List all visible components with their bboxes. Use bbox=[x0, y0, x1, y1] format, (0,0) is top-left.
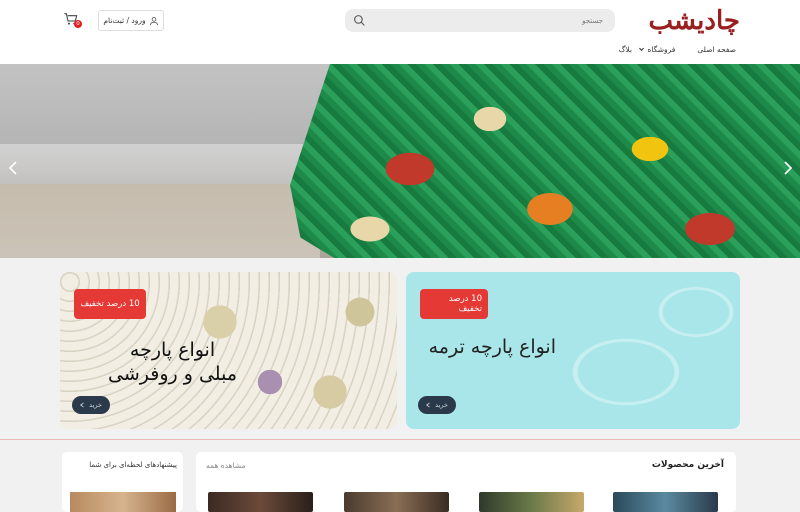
chevron-left-icon bbox=[426, 402, 430, 408]
see-all-link[interactable]: مشاهده همه bbox=[206, 461, 246, 470]
product-thumbnail[interactable] bbox=[208, 492, 313, 512]
product-thumbnail[interactable] bbox=[344, 492, 449, 512]
latest-products-box: آخرین محصولات مشاهده همه bbox=[196, 452, 736, 512]
banner-title: انواع پارچه مبلی و روفرشی bbox=[108, 338, 237, 386]
buy-button[interactable]: خرید bbox=[418, 396, 456, 414]
hero-sofa-shape bbox=[0, 64, 330, 144]
product-thumbnail[interactable] bbox=[479, 492, 584, 512]
nav-item-shop[interactable]: فروشگاه bbox=[638, 45, 675, 54]
discount-badge: 10 درصد تخفیف bbox=[74, 289, 146, 319]
section-divider bbox=[0, 439, 800, 440]
suggestions-box: پیشنهادهای لحظه‌ای برای شما bbox=[62, 452, 183, 512]
buy-button[interactable]: خرید bbox=[72, 396, 110, 414]
main-nav: صفحه اصلی فروشگاه bbox=[638, 45, 736, 54]
product-thumbnail[interactable] bbox=[613, 492, 718, 512]
hero-floor-shape bbox=[0, 184, 320, 258]
promo-banner-termeh[interactable]: 10 درصد تخفیف انواع پارچه ترمه خرید bbox=[406, 272, 740, 429]
banner-title: انواع پارچه ترمه bbox=[428, 336, 556, 358]
user-icon bbox=[149, 16, 158, 25]
login-label: ورود / ثبت‌نام bbox=[103, 16, 146, 25]
hero-tablecloth-image bbox=[290, 64, 800, 258]
buy-button-label: خرید bbox=[89, 401, 102, 409]
login-button[interactable]: ورود / ثبت‌نام bbox=[98, 10, 164, 31]
banner-title-line-2: مبلی و روفرشی bbox=[108, 363, 237, 385]
nav-item-blog[interactable]: بلاگ bbox=[619, 45, 632, 54]
cart-count-badge: 0 bbox=[74, 20, 82, 28]
nav-item-shop-label: فروشگاه bbox=[647, 45, 676, 54]
suggestion-product-image[interactable] bbox=[70, 492, 176, 512]
banner-title-line-1: انواع پارچه bbox=[129, 339, 216, 361]
slider-prev-icon[interactable] bbox=[8, 160, 18, 176]
header: چادیشب ورود / ثبت‌نام 0 صفحه اصلی فروشگا… bbox=[0, 0, 800, 64]
promo-banner-furniture[interactable]: 10 درصد تخفیف انواع پارچه مبلی و روفرشی … bbox=[60, 272, 397, 429]
latest-products-title: آخرین محصولات bbox=[651, 460, 724, 470]
discount-badge: 10 درصد تخفیف bbox=[420, 289, 488, 319]
search-bar[interactable] bbox=[345, 9, 615, 32]
search-icon[interactable] bbox=[353, 14, 366, 27]
buy-button-label: خرید bbox=[435, 401, 448, 409]
suggestions-title: پیشنهادهای لحظه‌ای برای شما bbox=[89, 461, 177, 469]
slider-next-icon[interactable] bbox=[783, 160, 793, 176]
chevron-down-icon bbox=[639, 47, 645, 51]
nav-item-home[interactable]: صفحه اصلی bbox=[697, 45, 736, 54]
site-logo[interactable]: چادیشب bbox=[648, 6, 741, 36]
chevron-left-icon bbox=[80, 402, 84, 408]
hero-slider bbox=[0, 64, 800, 258]
search-input[interactable] bbox=[385, 13, 605, 28]
